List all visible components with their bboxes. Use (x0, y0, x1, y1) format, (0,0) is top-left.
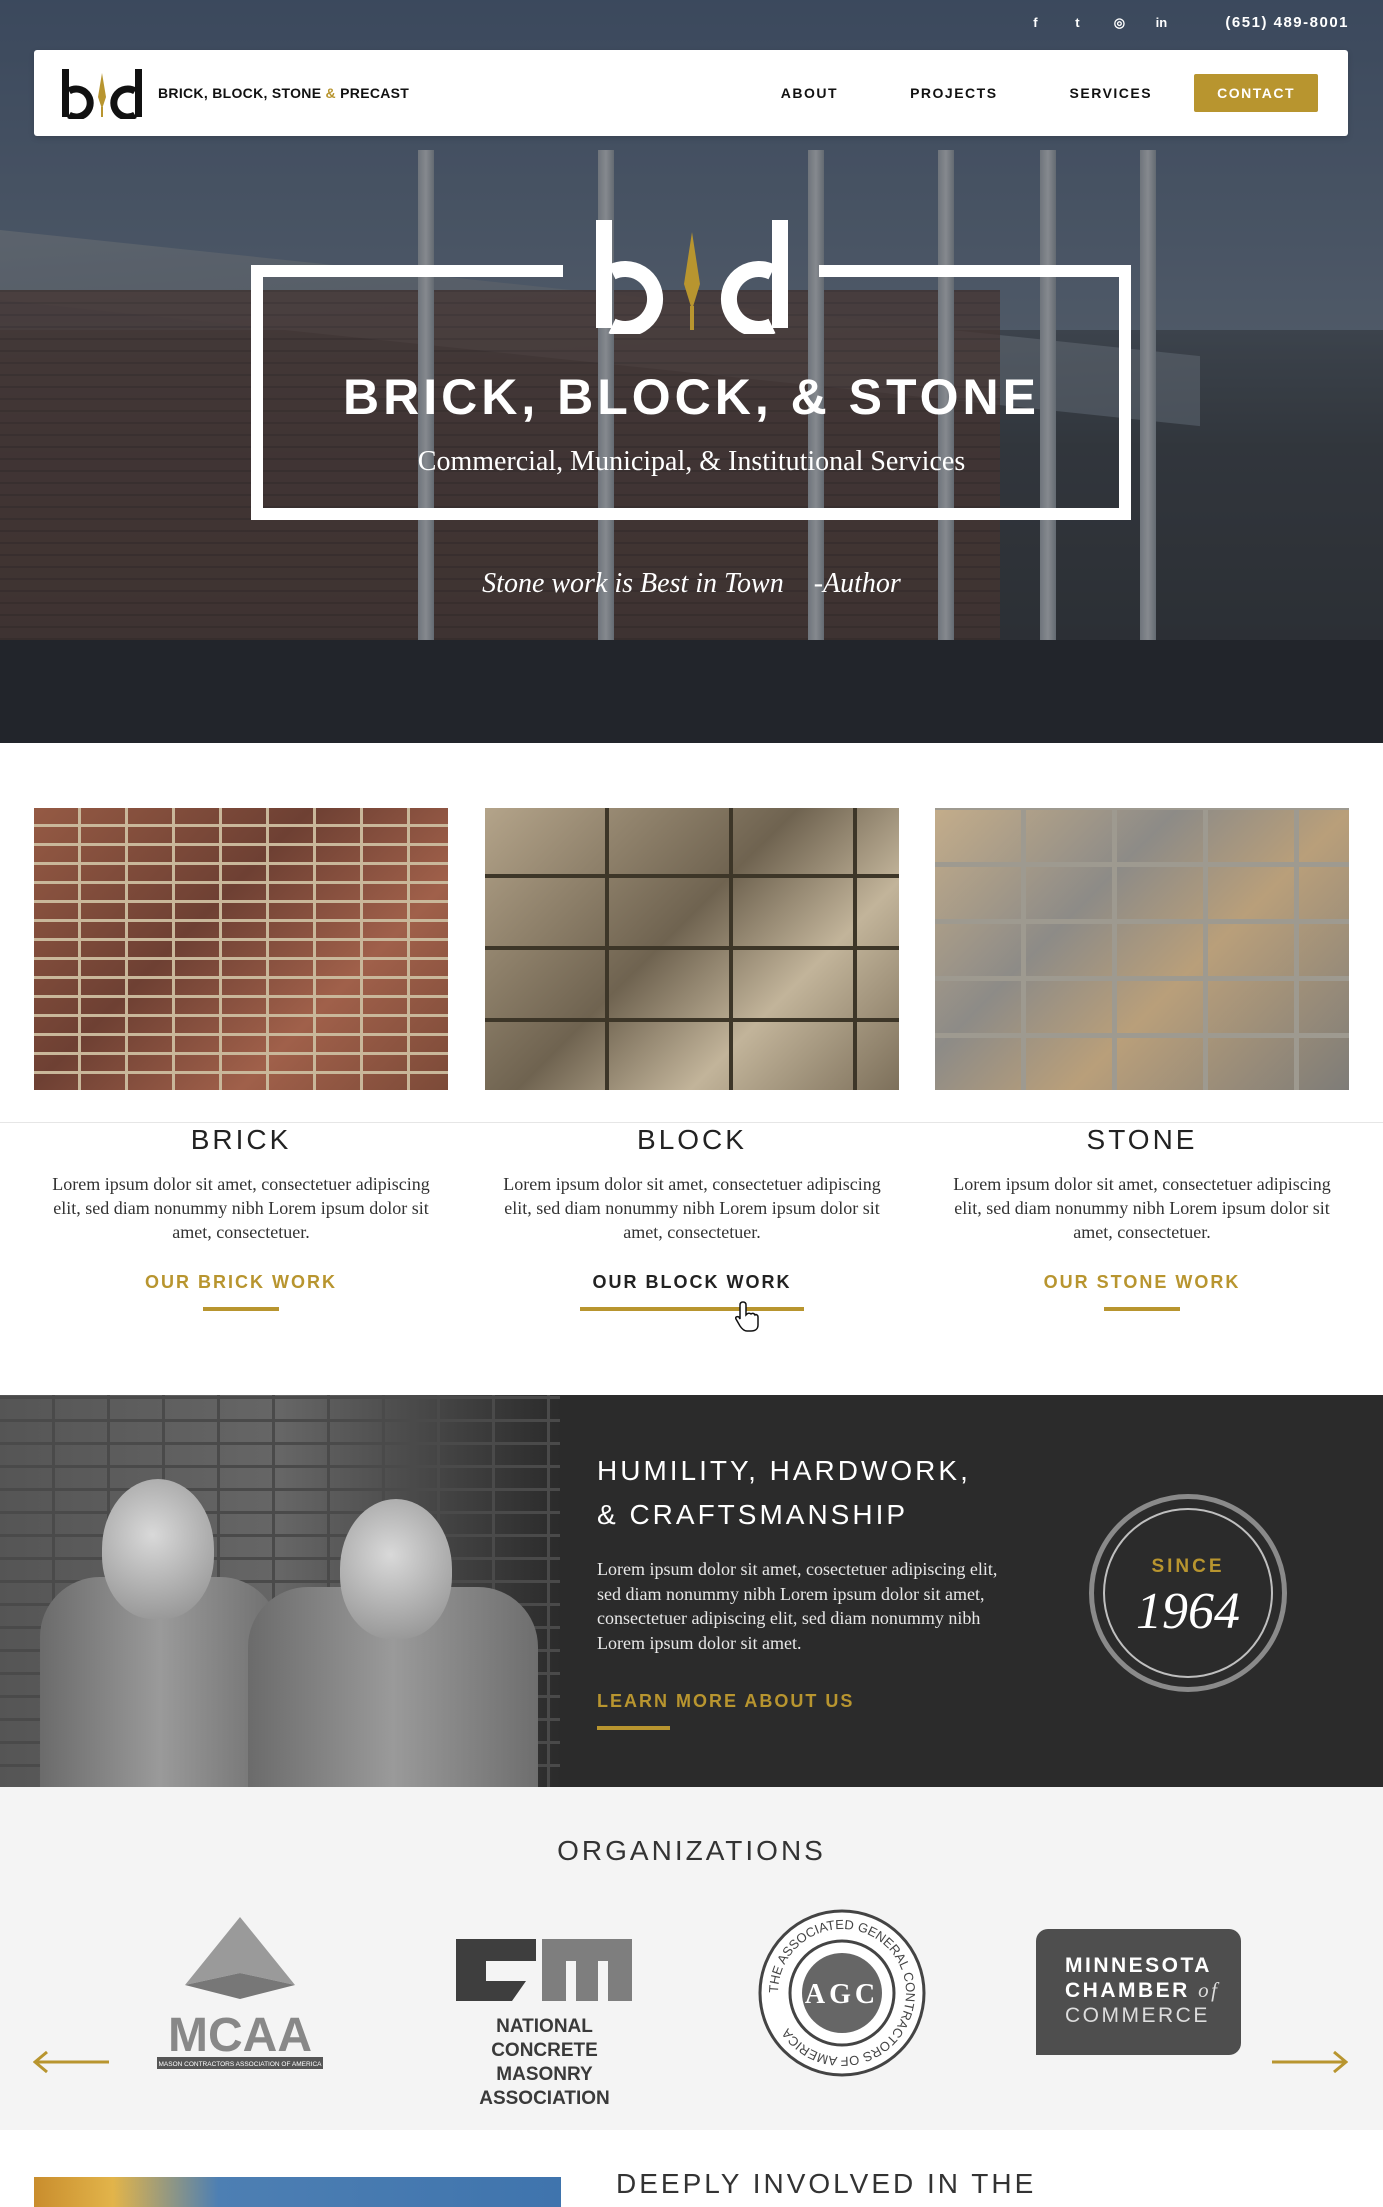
main-navbar: BRICK, BLOCK, STONE & PRECAST ABOUT PROJ… (34, 50, 1348, 136)
block-title: BLOCK (637, 1124, 747, 1155)
hand-cursor-icon (735, 1301, 759, 1332)
about-heading: HUMILITY, HARDWORK, & CRAFTSMANSHIP (597, 1455, 971, 1530)
organizations-section: ORGANIZATIONS MCAA MASON CONTRACTORS ASS… (0, 1787, 1383, 2130)
stone-title: STONE (1086, 1124, 1198, 1155)
logo-wordmark: BRICK, BLOCK, STONE & PRECAST (158, 85, 410, 101)
owner-figure (40, 1427, 280, 1787)
twitter-icon[interactable]: t (1069, 15, 1085, 31)
svg-text:AGC: AGC (805, 1979, 879, 2010)
stone-image (935, 808, 1349, 1090)
brick-description: Lorem ipsum dolor sit amet, consectetuer… (52, 1174, 430, 1242)
facebook-icon[interactable]: f (1027, 15, 1043, 31)
about-section: HUMILITY, HARDWORK, & CRAFTSMANSHIP Lorem… (0, 1395, 1383, 1787)
about-text: Lorem ipsum dolor sit amet, cosectetuer … (597, 1559, 998, 1653)
nav-about[interactable]: ABOUT (745, 85, 874, 101)
linkedin-icon[interactable]: in (1153, 15, 1169, 31)
brick-image (34, 808, 448, 1090)
hero-title: BRICK, BLOCK, & STONE (343, 369, 1040, 425)
our-block-work-link[interactable]: OUR BLOCK WORK (593, 1272, 792, 1311)
hero-section: f t ◎ in (651) 489-8001 BRICK, BLOCK, ST… (0, 0, 1383, 743)
owners-photo (0, 1395, 560, 1787)
primary-nav: ABOUT PROJECTS SERVICES CONTACT (745, 74, 1318, 112)
block-description: Lorem ipsum dolor sit amet, consectetuer… (503, 1174, 881, 1242)
since-label: SINCE (1151, 1556, 1225, 1577)
svg-text:MCAA: MCAA (168, 2009, 312, 2062)
organizations-heading: ORGANIZATIONS (557, 1835, 826, 1866)
since-year: 1964 (1136, 1583, 1240, 1640)
since-badge: SINCE 1964 (1089, 1494, 1287, 1692)
brick-title: BRICK (190, 1124, 292, 1155)
site-logo[interactable]: BRICK, BLOCK, STONE & PRECAST (60, 67, 409, 119)
brick-card: BRICK Lorem ipsum dolor sit amet, consec… (34, 1124, 448, 1311)
nav-contact-button[interactable]: CONTACT (1194, 74, 1318, 112)
agc-logo[interactable]: THE ASSOCIATED GENERAL CONTRACTORS OF AM… (757, 1908, 927, 2078)
nav-services[interactable]: SERVICES (1034, 85, 1189, 101)
svg-text:MASON CONTRACTORS ASSOCIATION: MASON CONTRACTORS ASSOCIATION OF AMERICA (158, 2061, 322, 2068)
community-image (34, 2177, 561, 2207)
owner-figure (248, 1447, 538, 1787)
logo-mark-icon (62, 69, 142, 119)
ncma-logo[interactable]: NATIONAL CONCRETE MASONRY ASSOCIATION (442, 1935, 647, 2109)
minnesota-chamber-logo[interactable]: MINNESOTA CHAMBER of COMMERCE (1036, 1929, 1241, 2055)
stone-card: STONE Lorem ipsum dolor sit amet, consec… (935, 1124, 1349, 1311)
community-heading: DEEPLY INVOLVED IN THE (616, 2168, 1037, 2199)
phone-number[interactable]: (651) 489-8001 (1225, 14, 1349, 31)
block-card: BLOCK Lorem ipsum dolor sit amet, consec… (485, 1124, 899, 1311)
block-image (485, 808, 899, 1090)
nav-projects[interactable]: PROJECTS (874, 85, 1033, 101)
hero-quote: Stone work is Best in Town -Author (482, 568, 901, 599)
hero-subtitle: Commercial, Municipal, & Institutional S… (417, 446, 966, 477)
mcaa-logo[interactable]: MCAA MASON CONTRACTORS ASSOCIATION OF AM… (155, 1915, 325, 2077)
our-stone-work-link[interactable]: OUR STONE WORK (1044, 1272, 1241, 1311)
stone-description: Lorem ipsum dolor sit amet, consectetuer… (953, 1174, 1331, 1242)
instagram-icon[interactable]: ◎ (1111, 15, 1127, 31)
top-bar: f t ◎ in (651) 489-8001 (1027, 14, 1349, 31)
hero-quote-author: -Author (813, 568, 901, 599)
hero-logo-icon (596, 220, 788, 334)
learn-more-about-us-link[interactable]: LEARN MORE ABOUT US (597, 1691, 854, 1730)
section-divider (0, 1122, 1383, 1123)
arrow-left-icon[interactable] (33, 2051, 111, 2073)
our-brick-work-link[interactable]: OUR BRICK WORK (145, 1272, 337, 1311)
arrow-right-icon[interactable] (1270, 2051, 1348, 2073)
